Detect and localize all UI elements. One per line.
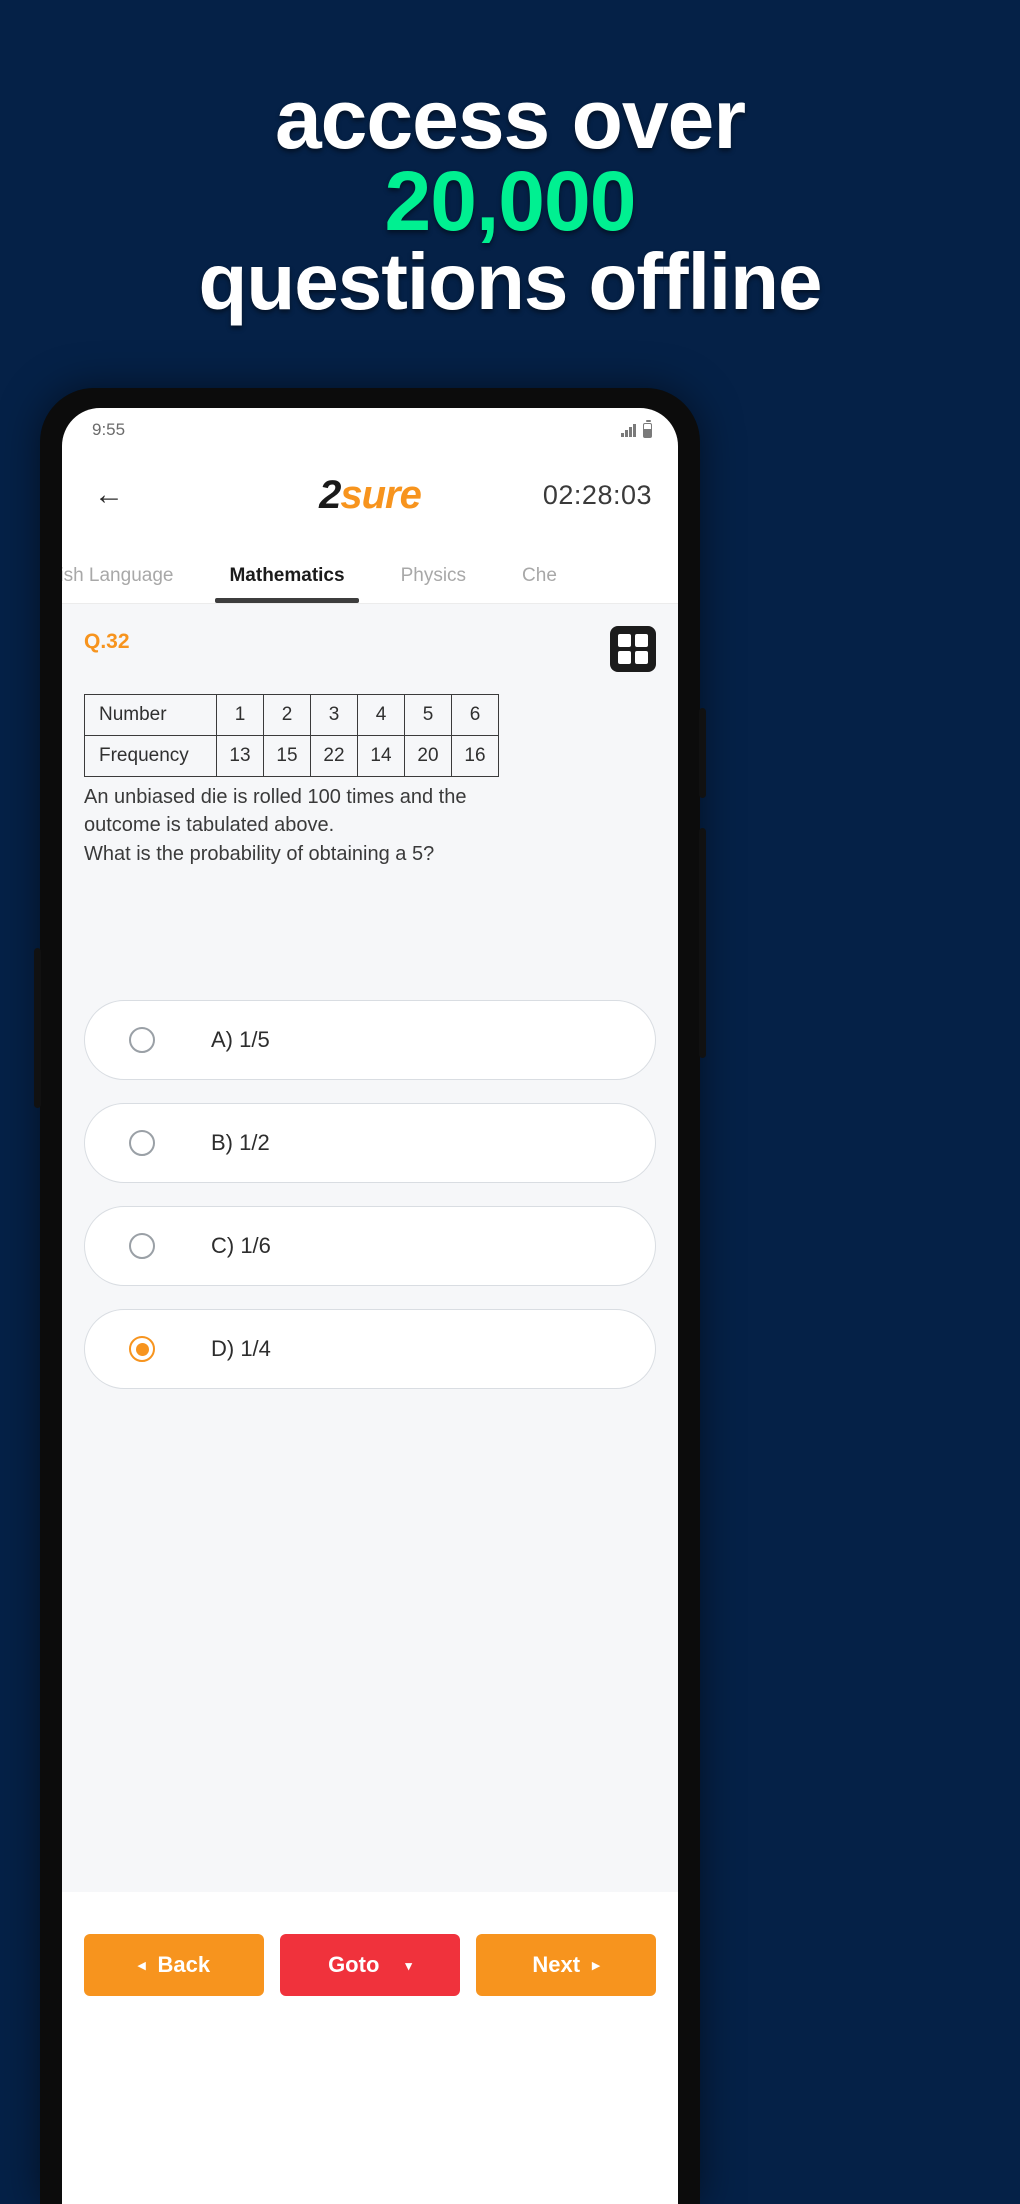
question-text-line-3: What is the probability of obtaining a 5… bbox=[84, 842, 435, 865]
goto-button-label: Goto bbox=[328, 1952, 380, 1977]
radio-icon[interactable] bbox=[129, 1233, 155, 1260]
table-cell: 15 bbox=[263, 735, 311, 777]
calculator-grid-icon[interactable] bbox=[610, 626, 656, 672]
headline-line-1: access over bbox=[274, 72, 746, 166]
answer-option-label: D) 1/4 bbox=[211, 1336, 271, 1362]
phone-screen: 9:55 ← 2sure 02:28:03 nglish Language Ma… bbox=[62, 408, 678, 2204]
promo-headline: access over 20,000 questions offline bbox=[0, 72, 1020, 326]
answer-options: A) 1/5 B) 1/2 C) 1/6 D) 1/4 bbox=[84, 1000, 656, 1390]
phone-power-button bbox=[699, 708, 706, 798]
battery-icon bbox=[643, 420, 652, 438]
app-logo: 2sure bbox=[319, 472, 422, 518]
table-row: Number 1 2 3 4 5 6 bbox=[84, 694, 499, 736]
countdown-timer: 02:28:03 bbox=[542, 479, 652, 510]
table-cell: 6 bbox=[451, 694, 499, 736]
phone-mockup: 9:55 ← 2sure 02:28:03 nglish Language Ma… bbox=[34, 388, 706, 2204]
back-button[interactable]: ◂ Back bbox=[84, 1934, 264, 1996]
status-bar: 9:55 bbox=[62, 408, 678, 452]
table-cell: 1 bbox=[216, 694, 264, 736]
answer-option-label: A) 1/5 bbox=[211, 1027, 270, 1053]
next-arrow-icon: ▸ bbox=[592, 1956, 600, 1974]
radio-selected-icon[interactable] bbox=[129, 1336, 155, 1363]
table-cell: 13 bbox=[216, 735, 264, 777]
question-text-line-2: outcome is tabulated above. bbox=[84, 814, 335, 837]
answer-option-a[interactable]: A) 1/5 bbox=[84, 1000, 656, 1081]
table-row: Frequency 13 15 22 14 20 16 bbox=[84, 735, 499, 777]
radio-icon[interactable] bbox=[129, 1027, 155, 1054]
chevron-down-icon: ▾ bbox=[405, 1957, 412, 1973]
table-cell: 14 bbox=[357, 735, 405, 777]
goto-button[interactable]: Goto ▾ bbox=[280, 1934, 460, 1996]
table-cell: 5 bbox=[404, 694, 452, 736]
phone-volume-button bbox=[34, 948, 41, 1108]
table-cell: 3 bbox=[310, 694, 358, 736]
tab-english-language[interactable]: nglish Language bbox=[62, 565, 201, 603]
table-cell: 20 bbox=[404, 735, 452, 777]
answer-option-d[interactable]: D) 1/4 bbox=[84, 1309, 656, 1390]
question-panel: Q.32 Number 1 2 3 4 5 6 Frequency 13 15 … bbox=[62, 604, 678, 2038]
table-row-header: Frequency bbox=[84, 735, 217, 777]
next-button[interactable]: Next ▸ bbox=[476, 1934, 656, 1996]
question-nav-bar: ◂ Back Goto ▾ Next ▸ bbox=[62, 1892, 678, 2038]
signal-bars-icon bbox=[621, 423, 636, 437]
question-number: Q.32 bbox=[84, 630, 130, 653]
table-cell: 16 bbox=[451, 735, 499, 777]
table-cell: 4 bbox=[357, 694, 405, 736]
tab-chemistry[interactable]: Che bbox=[494, 565, 585, 603]
back-arrow-icon: ◂ bbox=[137, 1956, 146, 1974]
answer-option-label: C) 1/6 bbox=[211, 1233, 271, 1259]
tab-mathematics[interactable]: Mathematics bbox=[201, 565, 372, 603]
app-logo-suffix: sure bbox=[340, 472, 421, 517]
tab-physics[interactable]: Physics bbox=[373, 565, 494, 603]
back-arrow-icon[interactable]: ← bbox=[84, 470, 134, 520]
question-header: Q.32 bbox=[84, 626, 656, 672]
table-row-header: Number bbox=[84, 694, 217, 736]
radio-icon[interactable] bbox=[129, 1130, 155, 1157]
app-bar: ← 2sure 02:28:03 bbox=[62, 452, 678, 538]
next-button-label: Next bbox=[532, 1952, 581, 1977]
table-cell: 22 bbox=[310, 735, 358, 777]
question-text: An unbiased die is rolled 100 times and … bbox=[84, 783, 656, 868]
app-logo-prefix: 2 bbox=[319, 472, 341, 517]
subject-tabs[interactable]: nglish Language Mathematics Physics Che bbox=[62, 538, 678, 604]
phone-side-button bbox=[699, 828, 706, 1058]
frequency-table: Number 1 2 3 4 5 6 Frequency 13 15 22 14… bbox=[84, 694, 499, 777]
headline-line-2-count: 20,000 bbox=[384, 154, 637, 249]
answer-option-b[interactable]: B) 1/2 bbox=[84, 1103, 656, 1184]
headline-line-3: questions offline bbox=[198, 236, 823, 326]
back-button-label: Back bbox=[157, 1952, 211, 1977]
table-cell: 2 bbox=[263, 694, 311, 736]
status-bar-time: 9:55 bbox=[92, 420, 126, 439]
answer-option-label: B) 1/2 bbox=[211, 1130, 270, 1156]
question-text-line-1: An unbiased die is rolled 100 times and … bbox=[84, 786, 467, 808]
answer-option-c[interactable]: C) 1/6 bbox=[84, 1206, 656, 1287]
